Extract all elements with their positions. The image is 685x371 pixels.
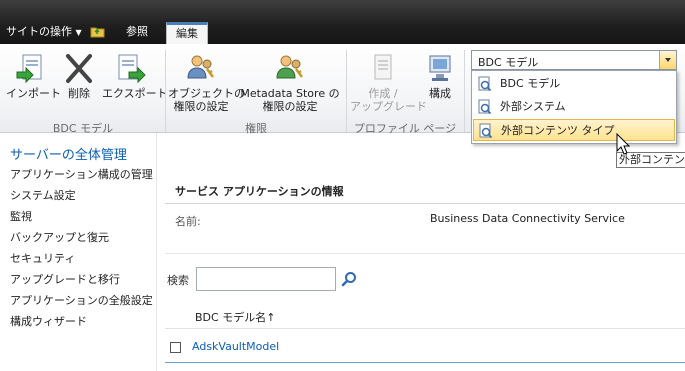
- search-input[interactable]: [196, 267, 336, 291]
- nav-title-central-administration[interactable]: サーバーの全体管理: [10, 144, 127, 163]
- set-metadata-store-permissions-button[interactable]: Metadata Store の 権限の設定: [236, 52, 344, 113]
- divider: [165, 203, 685, 204]
- metadata-permissions-label-2: 権限の設定: [262, 100, 318, 113]
- view-dropdown[interactable]: BDC モデル: [471, 50, 677, 70]
- site-actions-label: サイトの操作: [6, 25, 72, 38]
- configure-label: 構成: [429, 87, 451, 100]
- view-option-label: BDC モデル: [500, 77, 561, 90]
- nav-item-configuration-wizards[interactable]: 構成ウィザード: [10, 313, 87, 329]
- metadata-permissions-label-1: Metadata Store の: [240, 87, 340, 100]
- row-divider: [165, 362, 685, 363]
- create-upgrade-label-2: アップグレード: [350, 100, 427, 113]
- delete-button[interactable]: 削除: [62, 52, 96, 100]
- import-button[interactable]: インポート: [6, 52, 61, 100]
- view-option-external-content-types[interactable]: 外部コンテンツ タイプ: [473, 119, 675, 141]
- group-label-permissions: 権限: [245, 122, 267, 135]
- table-row-link[interactable]: AdskVaultModel: [192, 340, 279, 353]
- export-button[interactable]: エクスポート: [102, 52, 168, 100]
- nav-item-backup-restore[interactable]: バックアップと復元: [10, 229, 109, 245]
- nav-item-security[interactable]: セキュリティ: [10, 250, 75, 266]
- divider: [165, 253, 685, 254]
- object-permissions-label-2: 権限の設定: [173, 100, 229, 113]
- tab-browse[interactable]: 参照: [126, 24, 148, 40]
- view-dropdown-menu: BDC モデル 外部システム 外部コンテンツ タイプ: [471, 70, 677, 144]
- import-label: インポート: [6, 87, 61, 100]
- import-icon: [16, 54, 42, 84]
- section-title: サービス アプリケーションの情報: [175, 185, 344, 198]
- users-key-icon: [187, 55, 214, 79]
- view-option-label: 外部システム: [500, 100, 566, 113]
- delete-icon: [66, 54, 92, 83]
- group-label-profile-page: プロファイル ページ: [353, 122, 457, 135]
- users-key-icon: [276, 55, 303, 79]
- delete-label: 削除: [68, 87, 90, 100]
- view-dropdown-value: BDC モデル: [478, 56, 539, 69]
- navigate-up-icon[interactable]: [90, 24, 106, 43]
- profile-page-icon: [374, 54, 392, 80]
- external-system-icon: [478, 99, 492, 115]
- create-upgrade-button[interactable]: 作成 / アップグレード: [350, 52, 427, 113]
- export-icon: [118, 54, 146, 84]
- view-option-bdc-models[interactable]: BDC モデル: [473, 73, 675, 95]
- export-label: エクスポート: [102, 87, 168, 100]
- nav-item-application-management[interactable]: アプリケーション構成の管理: [10, 166, 153, 182]
- configure-button[interactable]: 構成: [420, 52, 460, 100]
- left-navigation: サーバーの全体管理 アプリケーション構成の管理 システム設定 監視 バックアップ…: [0, 133, 157, 371]
- tab-edit[interactable]: 編集: [166, 22, 208, 44]
- chevron-down-icon: ▼: [75, 28, 82, 37]
- site-actions-menu[interactable]: サイトの操作 ▼: [6, 24, 82, 41]
- view-option-external-systems[interactable]: 外部システム: [473, 96, 675, 118]
- external-content-type-icon: [479, 123, 493, 139]
- row-checkbox[interactable]: [170, 342, 181, 353]
- bdc-model-icon: [478, 76, 492, 92]
- view-option-label: 外部コンテンツ タイプ: [501, 124, 615, 137]
- create-upgrade-label-1: 作成 /: [368, 87, 398, 100]
- nav-item-upgrade-migration[interactable]: アップグレードと移行: [10, 271, 120, 287]
- column-header-bdc-model-name[interactable]: BDC モデル名↑: [195, 309, 275, 325]
- search-label: 検索: [167, 274, 189, 287]
- name-label: 名前:: [175, 215, 201, 228]
- nav-item-general-settings[interactable]: アプリケーションの全般設定: [10, 292, 153, 308]
- nav-item-monitoring[interactable]: 監視: [10, 208, 32, 224]
- top-tab-bar: サイトの操作 ▼ 参照 編集: [0, 0, 685, 44]
- divider: [165, 328, 685, 329]
- set-object-permissions-button[interactable]: オブジェクトの 権限の設定: [168, 52, 245, 113]
- service-application-name: Business Data Connectivity Service: [430, 212, 625, 225]
- mouse-cursor-icon: [616, 133, 630, 155]
- chevron-down-icon[interactable]: [659, 51, 676, 69]
- object-permissions-label-1: オブジェクトの: [168, 87, 245, 100]
- group-separator: [464, 50, 465, 132]
- configure-icon: [429, 55, 451, 81]
- search-icon[interactable]: [341, 271, 357, 287]
- nav-item-system-settings[interactable]: システム設定: [10, 187, 76, 203]
